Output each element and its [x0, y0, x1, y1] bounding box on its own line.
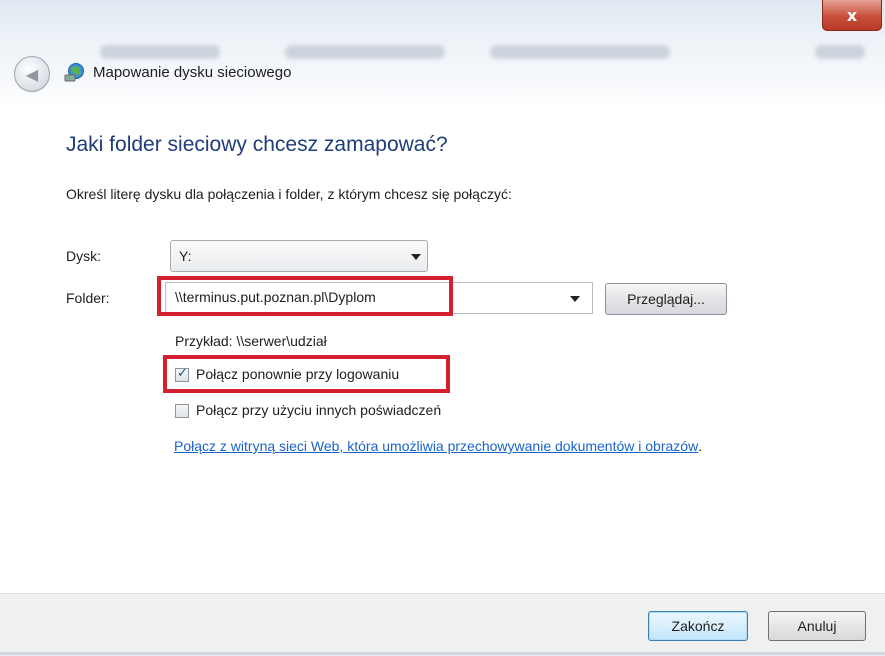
- web-storage-link[interactable]: Połącz z witryną sieci Web, która umożli…: [174, 438, 698, 454]
- link-trailing-period: .: [698, 438, 703, 454]
- drive-letter-value: Y:: [179, 248, 192, 264]
- page-heading: Jaki folder sieciowy chcesz zamapować?: [66, 133, 448, 156]
- map-network-drive-dialog: x ◀ Mapowanie dysku sieciowego Jaki fold…: [0, 0, 885, 656]
- other-credentials-label[interactable]: Połącz przy użyciu innych poświadczeń: [196, 402, 441, 418]
- drive-label: Dysk:: [66, 248, 101, 264]
- blurred-address-segment: [100, 45, 220, 59]
- chevron-down-icon[interactable]: [570, 296, 580, 302]
- title-bar: x ◀ Mapowanie dysku sieciowego: [0, 0, 885, 110]
- chevron-down-icon: [411, 254, 421, 260]
- close-icon: x: [846, 5, 858, 25]
- instruction-text: Określ literę dysku dla połączenia i fol…: [66, 186, 512, 202]
- other-credentials-checkbox[interactable]: [175, 404, 189, 418]
- example-text: Przykład: \\serwer\udział: [175, 333, 327, 349]
- blurred-address-segment: [490, 45, 670, 59]
- folder-highlight-box: [157, 276, 453, 316]
- blurred-address-segment: [815, 45, 865, 59]
- browse-button[interactable]: Przeglądaj...: [605, 283, 727, 315]
- finish-button[interactable]: Zakończ: [648, 611, 748, 641]
- window-title: Mapowanie dysku sieciowego: [93, 64, 292, 81]
- close-button[interactable]: x: [822, 0, 882, 31]
- back-button[interactable]: ◀: [14, 56, 50, 92]
- dialog-footer: [0, 593, 885, 656]
- reconnect-highlight-box: [163, 355, 450, 393]
- network-drive-icon: [64, 63, 84, 82]
- cancel-button[interactable]: Anuluj: [768, 611, 866, 641]
- drive-letter-select[interactable]: Y:: [170, 240, 428, 272]
- web-storage-link-row: Połącz z witryną sieci Web, która umożli…: [174, 438, 702, 454]
- blurred-address-segment: [285, 45, 445, 59]
- back-arrow-icon: ◀: [25, 64, 39, 84]
- folder-label: Folder:: [66, 290, 110, 306]
